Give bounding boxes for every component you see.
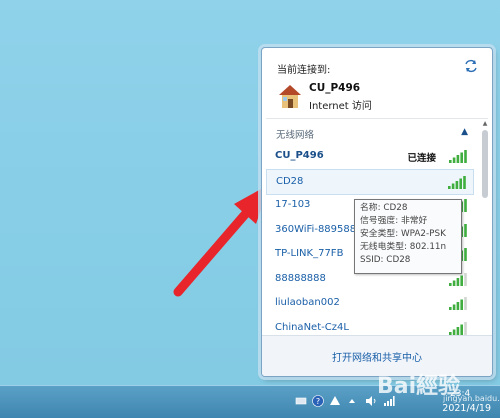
- show-hidden-icons-icon[interactable]: [346, 395, 358, 407]
- wireless-section-label: 无线网络: [276, 130, 315, 141]
- network-tooltip: 名称: CD28 信号强度: 非常好 安全类型: WPA2-PSK 无线电类型:…: [354, 199, 462, 274]
- network-name: 17-103: [275, 199, 311, 210]
- tray-device-icon[interactable]: [295, 395, 307, 407]
- network-item[interactable]: liulaoban002: [266, 291, 474, 315]
- baidu-watermark-sub: jingyan.baidu.com: [443, 394, 500, 403]
- tooltip-line: 无线电类型: 802.11n: [360, 242, 447, 252]
- tooltip-line: 信号强度: 非常好: [360, 216, 428, 226]
- current-network-access: Internet 访问: [309, 101, 372, 112]
- tooltip-line: 安全类型: WPA2-PSK: [360, 229, 446, 239]
- open-network-center-link[interactable]: 打开网络和共享中心: [262, 349, 492, 364]
- network-item[interactable]: CU_P496 已连接: [266, 144, 474, 168]
- signal-strength-icon: [449, 150, 467, 163]
- divider: [266, 118, 488, 119]
- help-icon[interactable]: ?: [312, 395, 324, 407]
- network-name: 360WiFi-889588: [275, 223, 357, 235]
- action-center-icon[interactable]: [329, 395, 341, 407]
- network-name: CD28: [276, 175, 304, 187]
- refresh-icon[interactable]: [464, 59, 478, 73]
- signal-strength-icon: [449, 321, 467, 335]
- network-name: TP-LINK_77FB: [275, 248, 344, 259]
- network-item[interactable]: CD28: [266, 168, 474, 195]
- network-name: liulaoban002: [275, 297, 340, 308]
- collapse-caret-icon[interactable]: ▲: [461, 127, 468, 137]
- current-network-name: CU_P496: [309, 82, 361, 94]
- scroll-up-icon[interactable]: ▲: [481, 120, 489, 128]
- signal-strength-icon: [448, 175, 466, 189]
- tooltip-line: 名称: CD28: [360, 203, 408, 213]
- signal-strength-icon: [449, 297, 467, 310]
- network-status: 已连接: [407, 153, 436, 164]
- clock-date[interactable]: 2021/4/19: [442, 403, 491, 414]
- volume-icon[interactable]: [365, 395, 377, 407]
- network-name: ChinaNet-Cz4L: [275, 321, 349, 333]
- tooltip-line: SSID: CD28: [360, 255, 411, 265]
- home-network-icon: [279, 85, 301, 108]
- currently-connected-label: 当前连接到:: [277, 65, 331, 76]
- current-network: CU_P496 Internet 访问: [276, 82, 476, 112]
- network-name: CU_P496: [275, 150, 324, 161]
- scrollbar[interactable]: ▲ ▼: [481, 120, 489, 352]
- svg-text:?: ?: [316, 397, 320, 406]
- scroll-thumb[interactable]: [482, 130, 488, 198]
- network-name: 88888888: [275, 272, 326, 284]
